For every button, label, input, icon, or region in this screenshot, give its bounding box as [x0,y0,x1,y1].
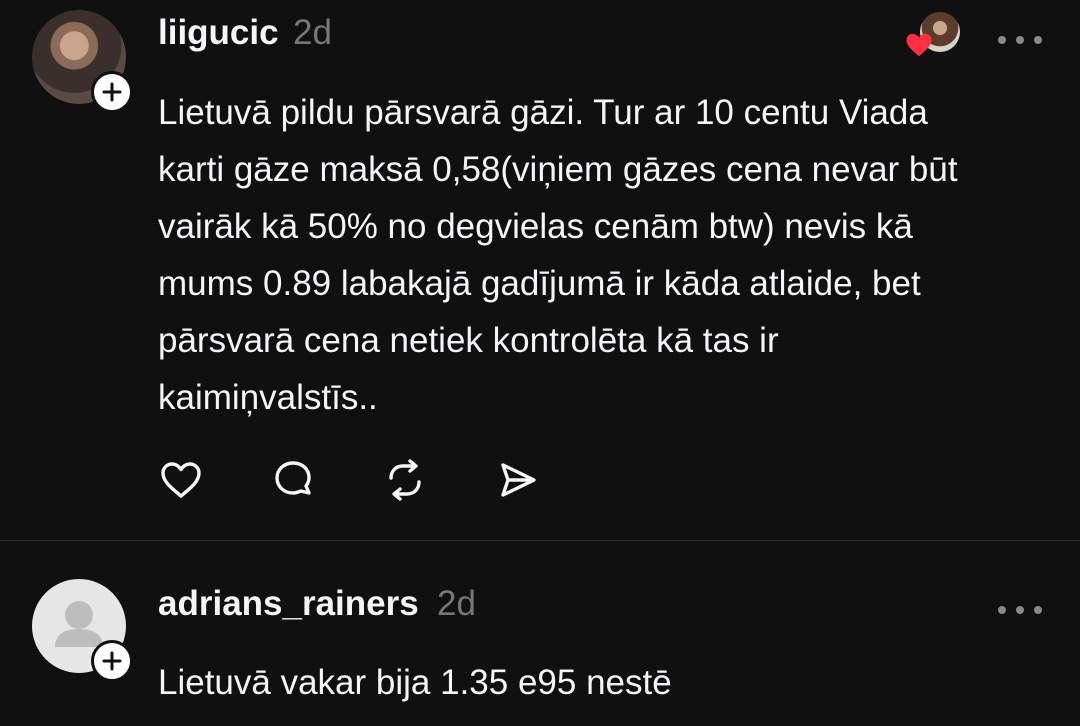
heart-icon [906,33,932,57]
thread-post: adrians_rainers 2d Lietuvā vakar bija 1.… [0,541,1080,726]
username[interactable]: liigucic [158,13,279,53]
more-dot-icon [1016,36,1024,44]
liked-by-indicator[interactable] [906,10,964,60]
plus-icon [102,82,122,102]
more-dot-icon [1034,606,1042,614]
thread-post: liigucic 2d Lietuvā pildu pārsvarā gāzi.… [0,0,1080,540]
share-icon[interactable] [494,457,540,503]
repost-icon[interactable] [382,457,428,503]
post-text-line: vairāk kā 50% no degvielas cenām btw) ne… [158,207,913,246]
more-dot-icon [1016,606,1024,614]
post-text-line: karti gāze maksā 0,58(viņiem gāzes cena … [158,150,958,189]
more-dot-icon [1034,36,1042,44]
heart-icon[interactable] [158,457,204,503]
plus-icon [102,651,122,671]
more-options-button[interactable] [998,30,1042,50]
follow-button[interactable] [91,640,133,682]
post-time: 2d [437,584,476,623]
more-dot-icon [998,36,1006,44]
post-text: Lietuvā vakar bija 1.35 e95 nestē [158,654,1058,711]
comment-icon[interactable] [270,457,316,503]
post-text-line: Lietuvā vakar bija 1.35 e95 nestē [158,663,672,702]
post-text-line: pārsvarā cena netiek kontrolēta kā tas i… [158,321,779,360]
post-text-line: kaimiņvalstīs.. [158,378,378,417]
username[interactable]: adrians_rainers [158,584,419,624]
more-dot-icon [998,606,1006,614]
post-text-line: Lietuvā pildu pārsvarā gāzi. Tur ar 10 c… [158,93,928,132]
more-options-button[interactable] [998,600,1042,620]
post-time: 2d [293,13,332,52]
post-text: Lietuvā pildu pārsvarā gāzi. Tur ar 10 c… [158,84,1058,426]
post-text-line: mums 0.89 labakajā gadījumā ir kāda atla… [158,264,921,303]
follow-button[interactable] [91,71,133,113]
